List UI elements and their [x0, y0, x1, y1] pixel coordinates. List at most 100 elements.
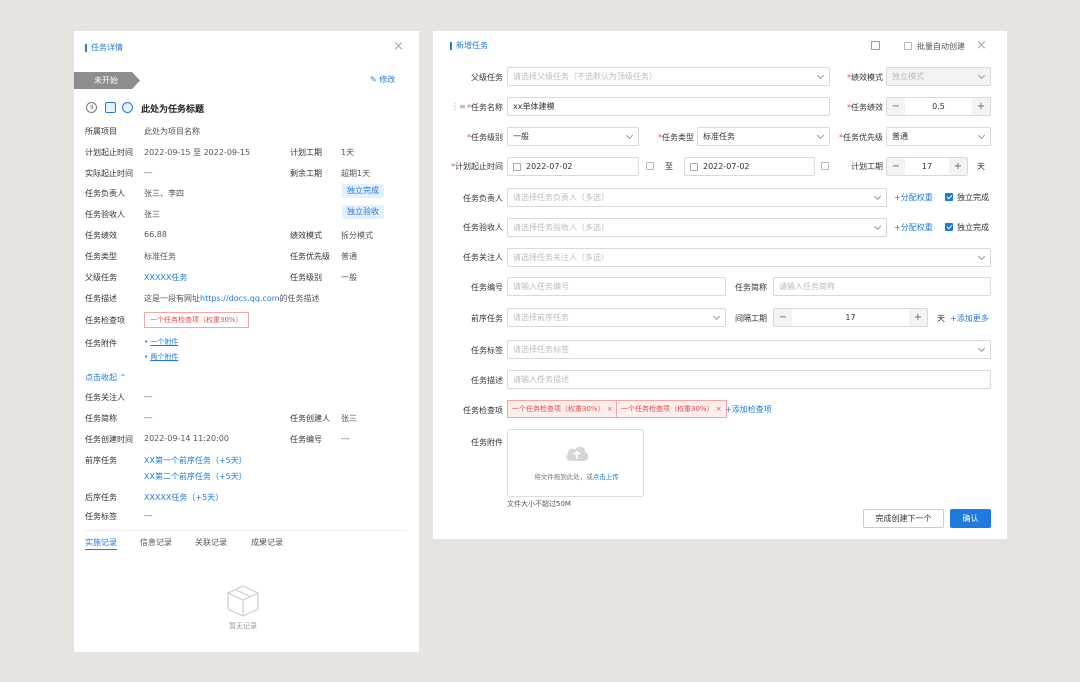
create-next-button[interactable]: 完成创建下一个	[863, 509, 944, 528]
parent-link[interactable]: XXXXX任务	[144, 272, 187, 283]
end-date-checkbox[interactable]	[821, 162, 829, 170]
new-task-dialog: 新增任务 批量自动创建 × 父级任务 请选择父级任务（不选默认为顶级任务） *绩…	[433, 31, 1007, 539]
pause-icon[interactable]: ॥	[86, 102, 97, 113]
desc-text-pre: 这是一段有网址	[144, 294, 200, 303]
close-icon[interactable]: ×	[393, 40, 404, 53]
remove-icon[interactable]: ×	[607, 405, 613, 413]
minus-icon[interactable]: −	[887, 158, 905, 175]
pre-task-2[interactable]: XX第二个前序任务（+5天）	[144, 471, 247, 482]
attachment-2[interactable]: • 两个附件	[144, 352, 178, 362]
plan-work-stepper[interactable]: − 17 +	[886, 157, 968, 176]
start-date-checkbox[interactable]	[646, 162, 654, 170]
upload-link[interactable]: 点击上传	[593, 473, 619, 481]
attachment-1[interactable]: • 一个附件	[144, 337, 178, 347]
created-label: 任务创建时间	[85, 435, 133, 444]
plan-time-value: 2022-09-15 至 2022-09-15	[144, 148, 251, 157]
collapse-toggle[interactable]: 点击收起 ⌃	[85, 372, 126, 383]
name-input[interactable]: xx单体建模	[507, 97, 830, 116]
perf-value: 66.88	[144, 230, 167, 239]
actual-time-label: 实际起止时间	[85, 169, 133, 178]
acceptor-independent-label: 独立完成	[957, 223, 989, 232]
code-input[interactable]: 请输入任务编号	[507, 277, 726, 296]
batch-create-checkbox[interactable]	[904, 42, 912, 50]
short-label: 任务简称	[735, 283, 767, 292]
edit-label: 修改	[379, 75, 396, 84]
post-task[interactable]: XXXXX任务（+5天）	[144, 492, 223, 503]
check-chip-1: 一个任务检查项（权重30%） ×	[507, 400, 618, 418]
acceptor-independent-checkbox[interactable]	[945, 223, 953, 231]
add-more-link[interactable]: +添加更多	[950, 313, 989, 324]
perf-stepper[interactable]: − 0.5 +	[886, 97, 991, 116]
acceptor-select[interactable]: 请选择任务验收人（多选）	[507, 218, 887, 237]
owner-independent-checkbox[interactable]	[945, 193, 953, 201]
actual-time-value: ---	[144, 168, 153, 177]
desc-label: 任务描述	[471, 376, 503, 385]
day-unit: 天	[977, 162, 985, 171]
record-tabs: 实施记录 信息记录 关联记录 成果记录	[85, 530, 407, 550]
owner-badge: 独立完成	[342, 184, 384, 198]
code-label: 任务编号	[471, 283, 503, 292]
tab-results[interactable]: 成果记录	[251, 537, 283, 548]
drag-handle-icon[interactable]: ⋮≡	[451, 102, 466, 111]
to-label: 至	[665, 162, 673, 171]
close-icon[interactable]: ×	[976, 39, 987, 52]
acceptor-label: 任务验收人	[463, 223, 503, 232]
document-icon[interactable]	[105, 102, 116, 113]
pre-task-1[interactable]: XX第一个前序任务（+5天）	[144, 455, 247, 466]
upload-dropzone[interactable]: 将文件拖到此处，或点击上传	[507, 429, 644, 497]
watcher-select[interactable]: 请选择任务关注人（多选）	[507, 248, 991, 267]
level-label: 任务级别	[290, 273, 322, 282]
owner-label: 任务负责人	[463, 194, 503, 203]
owner-select[interactable]: 请选择任务负责人（多选）	[507, 188, 887, 207]
short-input[interactable]: 请输入任务简称	[773, 277, 991, 296]
calendar-icon	[690, 163, 698, 171]
perf-mode-label: 绩效模式	[290, 231, 322, 240]
tab-related[interactable]: 关联记录	[195, 537, 227, 548]
empty-text: 暂无记录	[229, 622, 257, 630]
add-check-link[interactable]: +添加检查项	[725, 404, 772, 415]
minus-icon[interactable]: −	[774, 309, 792, 326]
level-value: 一般	[341, 273, 357, 282]
plan-work-label: 计划工期	[290, 148, 322, 157]
remain-label: 剩余工期	[290, 169, 322, 178]
owner-value: 张三、李四	[144, 189, 184, 198]
desc-link[interactable]: https://docs.qq.com	[200, 294, 280, 303]
gap-stepper[interactable]: − 17 +	[773, 308, 928, 327]
template-icon[interactable]	[871, 41, 880, 50]
tag-select[interactable]: 请选择任务标签	[507, 340, 991, 359]
tab-info[interactable]: 信息记录	[140, 537, 172, 548]
tab-implementation[interactable]: 实施记录	[85, 537, 117, 550]
plus-icon[interactable]: +	[909, 309, 927, 326]
perf-mode-select[interactable]: 独立模式	[886, 67, 991, 86]
confirm-button[interactable]: 确认	[950, 509, 991, 528]
end-date-value: 2022-07-02	[703, 162, 750, 171]
creator-value: 张三	[341, 414, 357, 423]
name-label: *任务名称	[467, 103, 503, 112]
plan-time-label: 计划起止时间	[85, 148, 133, 157]
type-select[interactable]: 标准任务	[697, 127, 830, 146]
edit-button[interactable]: ✎ 修改	[370, 74, 395, 85]
watcher-label: 任务关注人	[85, 393, 125, 402]
plus-icon[interactable]: +	[949, 158, 967, 175]
parent-label: 父级任务	[85, 273, 117, 282]
end-date-input[interactable]: 2022-07-02	[684, 157, 815, 176]
parent-label: 父级任务	[471, 73, 503, 82]
collapse-label: 点击收起	[85, 373, 117, 382]
remove-icon[interactable]: ×	[716, 405, 722, 413]
assign-weight-link-2[interactable]: +分配权重	[894, 222, 933, 233]
type-label: *任务类型	[658, 133, 694, 142]
tag-label: 任务标签	[471, 346, 503, 355]
pre-select[interactable]: 请选择前序任务	[507, 308, 726, 327]
level-select[interactable]: 一般	[507, 127, 639, 146]
perf-label: 任务绩效	[85, 231, 117, 240]
priority-select[interactable]: 普通	[886, 127, 991, 146]
hierarchy-icon[interactable]	[122, 102, 133, 113]
panel-title: 任务详情	[85, 43, 123, 53]
start-date-input[interactable]: 2022-07-02	[507, 157, 639, 176]
desc-textarea[interactable]: 请输入任务描述	[507, 370, 991, 389]
plus-icon[interactable]: +	[972, 98, 990, 115]
minus-icon[interactable]: −	[887, 98, 905, 115]
parent-select[interactable]: 请选择父级任务（不选默认为顶级任务）	[507, 67, 830, 86]
assign-weight-link[interactable]: +分配权重	[894, 192, 933, 203]
cloud-upload-icon	[566, 446, 589, 461]
